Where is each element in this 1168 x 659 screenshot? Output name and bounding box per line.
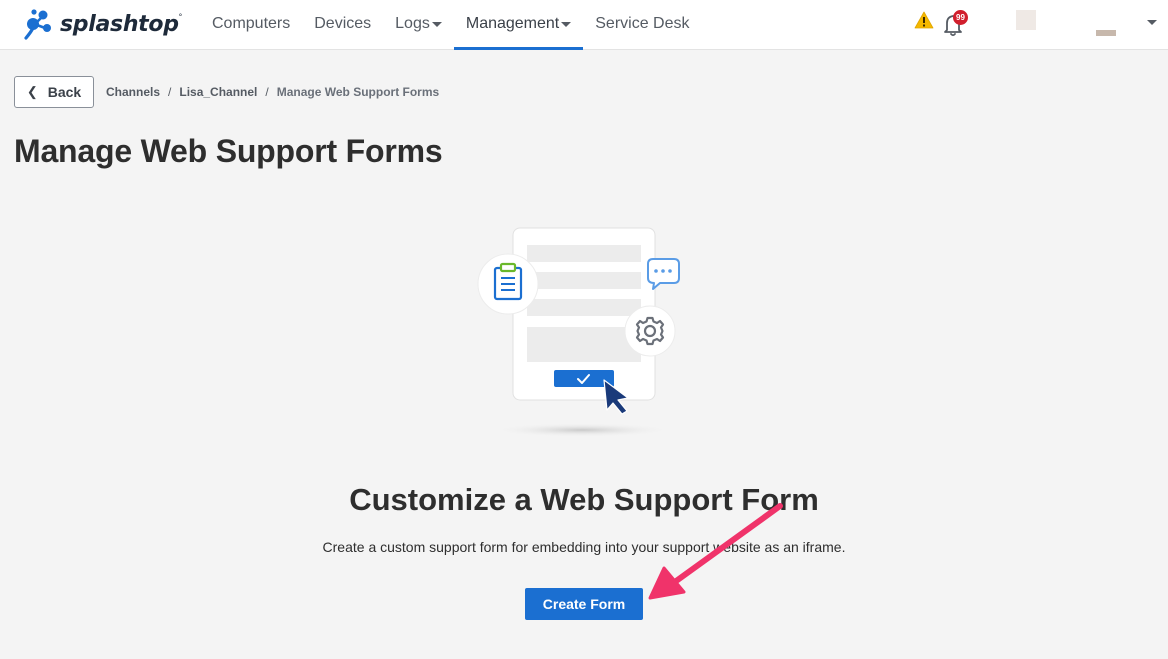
breadcrumb: Channels / Lisa_Channel / Manage Web Sup…: [106, 85, 439, 99]
back-button[interactable]: ❮ Back: [14, 76, 94, 108]
web-form-illustration: [477, 227, 680, 437]
nav-item-computers[interactable]: Computers: [200, 0, 302, 50]
chevron-left-icon: ❮: [26, 84, 38, 99]
empty-state-title: Customize a Web Support Form: [349, 482, 819, 517]
breadcrumb-item-current: Manage Web Support Forms: [276, 85, 440, 99]
nav-item-service-desk[interactable]: Service Desk: [583, 0, 701, 50]
notification-badge: 99: [953, 10, 968, 25]
back-button-label: Back: [47, 84, 82, 100]
brand-trademark: °: [178, 12, 183, 22]
breadcrumb-separator: /: [265, 85, 269, 99]
nav-item-logs[interactable]: Logs: [383, 0, 454, 50]
caret-down-icon: [561, 22, 572, 27]
breadcrumb-item-channels[interactable]: Channels: [106, 85, 160, 99]
nav-item-label: Service Desk: [595, 14, 690, 32]
avatar[interactable]: [1016, 10, 1036, 30]
splashtop-logo[interactable]: splashtop °: [22, 6, 182, 42]
user-name-placeholder[interactable]: [1096, 30, 1116, 36]
breadcrumb-item-channel[interactable]: Lisa_Channel: [179, 85, 257, 99]
splashtop-logo-icon: [24, 9, 51, 40]
breadcrumb-separator: /: [168, 85, 172, 99]
top-navigation-bar: splashtop ° Computers Devices Logs Manag…: [0, 0, 1168, 50]
nav-item-label: Computers: [212, 14, 291, 32]
nav-item-label: Devices: [314, 14, 372, 32]
main-nav: Computers Devices Logs Management Servic…: [200, 0, 702, 50]
caret-down-icon: [431, 22, 442, 27]
nav-item-management[interactable]: Management: [453, 0, 584, 50]
notifications-button[interactable]: 99: [942, 9, 968, 37]
brand-name: splashtop: [60, 11, 179, 37]
create-form-button[interactable]: Create Form: [525, 588, 643, 620]
page-title: Manage Web Support Forms: [14, 133, 443, 169]
nav-item-label: Logs: [395, 14, 430, 32]
empty-state-description: Create a custom support form for embeddi…: [322, 539, 846, 555]
user-menu-caret-icon[interactable]: [1147, 20, 1157, 25]
warning-icon[interactable]: [914, 11, 934, 29]
nav-item-devices[interactable]: Devices: [302, 0, 383, 50]
nav-item-label: Management: [465, 14, 560, 32]
